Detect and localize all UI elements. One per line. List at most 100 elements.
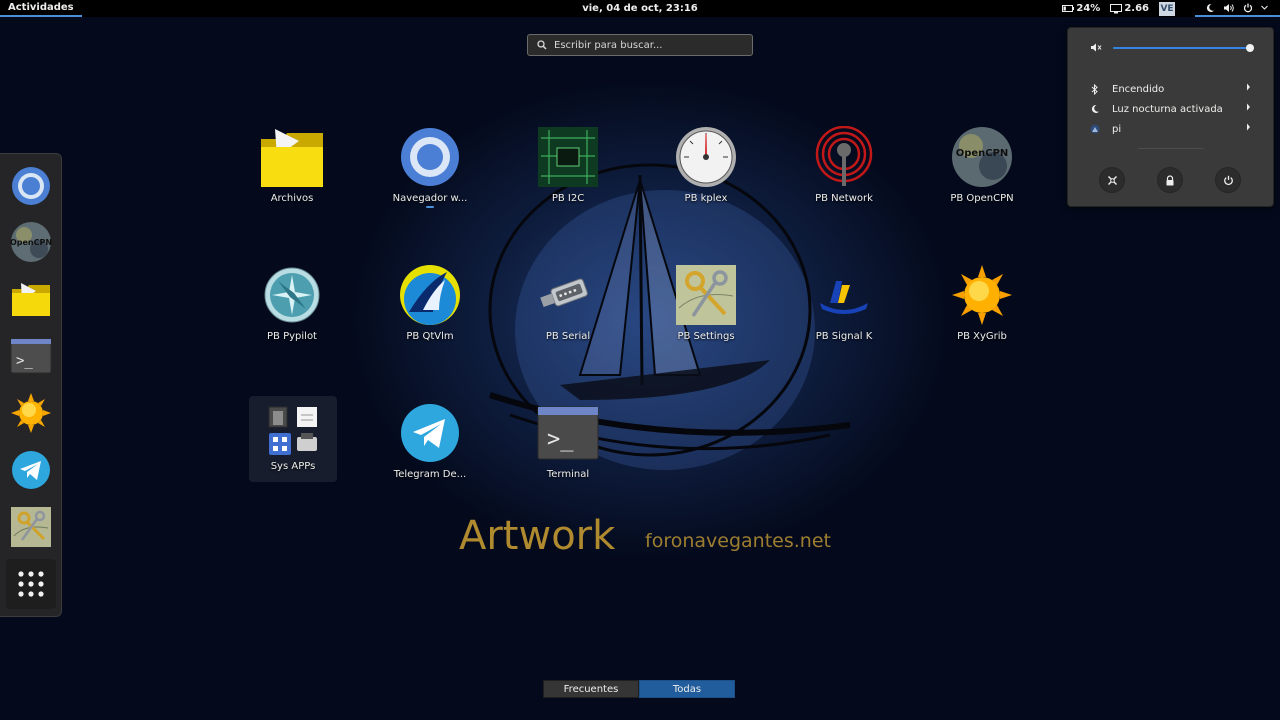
dash-item-opencpn[interactable]: OpenCPN: [6, 217, 56, 267]
terminal-icon: >_: [537, 406, 599, 460]
dash-item-telegram[interactable]: [6, 445, 56, 495]
volume-icon: [1224, 3, 1234, 12]
running-indicator: [426, 206, 434, 208]
opencpn-icon-text: OpenCPN: [956, 148, 1009, 159]
app-pb-kplex[interactable]: PB kplex: [660, 124, 752, 214]
lock-button[interactable]: [1157, 167, 1183, 193]
app-pb-network[interactable]: PB Network: [798, 124, 890, 214]
keys-on-map-icon: [676, 265, 736, 325]
app-label: Sys APPs: [270, 461, 316, 472]
app-label: Terminal: [546, 469, 590, 480]
app-pb-opencpn[interactable]: OpenCPN PB OpenCPN: [936, 124, 1028, 214]
app-navegador-web[interactable]: Navegador w...: [384, 124, 476, 214]
artwork-website: foronavegantes.net: [645, 530, 831, 552]
search-box[interactable]: [527, 34, 753, 56]
power-off-button[interactable]: [1215, 167, 1241, 193]
app-pb-i2c[interactable]: PB I2C: [522, 124, 614, 214]
menu-separator: [1138, 148, 1204, 149]
app-label: PB Network: [815, 193, 873, 204]
night-light-icon: [1206, 3, 1214, 12]
show-apps-button[interactable]: [6, 559, 56, 609]
app-label: Telegram De...: [393, 469, 467, 480]
app-terminal[interactable]: >_ Terminal: [522, 400, 614, 490]
app-label: PB I2C: [551, 193, 585, 204]
ve-app-icon[interactable]: VE: [1159, 1, 1175, 16]
dash-item-terminal[interactable]: >_: [6, 331, 56, 381]
gauge-icon: [676, 127, 736, 187]
dash-item-files[interactable]: [6, 274, 56, 324]
load-indicator[interactable]: 2.66: [1110, 3, 1149, 14]
menu-item-night-light[interactable]: Luz nocturna activada: [1068, 100, 1275, 118]
show-apps-grid-icon: [18, 571, 44, 597]
menu-item-user[interactable]: pi: [1068, 120, 1275, 138]
app-pb-serial[interactable]: PB Serial: [522, 262, 614, 352]
speaker-muted-icon[interactable]: [1090, 42, 1102, 53]
lock-icon: [1166, 174, 1174, 185]
user-avatar-icon: [1090, 124, 1100, 134]
power-icon: [1243, 3, 1253, 12]
volume-control: [1068, 40, 1275, 56]
dash-terminal-prompt: >_: [16, 353, 33, 369]
sail-icon: [400, 265, 460, 325]
dash-item-pb-settings[interactable]: [6, 502, 56, 552]
dash-item-chromium[interactable]: [6, 161, 56, 211]
system-menu: Encendido Luz nocturna activada pi: [1067, 27, 1274, 207]
artwork-title: Artwork: [459, 513, 616, 559]
chromium-icon: [401, 128, 459, 186]
battery-indicator[interactable]: 24%: [1062, 3, 1100, 14]
volume-slider[interactable]: [1113, 44, 1254, 52]
battery-percent: 24%: [1076, 3, 1101, 14]
volume-slider-handle[interactable]: [1246, 44, 1254, 52]
view-toggle: Frecuentes Todas: [543, 680, 736, 698]
menu-item-label: Luz nocturna activada: [1112, 103, 1223, 115]
app-label: PB XyGrib: [957, 331, 1007, 342]
menu-item-label: pi: [1112, 123, 1122, 135]
clock-label[interactable]: vie, 04 de oct, 23:16: [582, 3, 698, 14]
telegram-icon: [12, 451, 50, 489]
all-apps-button[interactable]: Todas: [639, 680, 735, 698]
app-label: Archivos: [270, 193, 314, 204]
app-label: PB Serial: [545, 331, 591, 342]
menu-item-label: Encendido: [1112, 83, 1165, 95]
search-input[interactable]: [554, 39, 744, 51]
app-pb-signal-k[interactable]: PB Signal K: [798, 262, 890, 352]
monitor-icon: [1110, 3, 1123, 13]
app-label: PB Pypilot: [267, 331, 317, 342]
activities-button[interactable]: Actividades: [0, 0, 82, 17]
app-pb-qtvlm[interactable]: PB QtVlm: [384, 262, 476, 352]
settings-map-icon: [11, 507, 51, 547]
settings-icon: [1107, 175, 1117, 185]
app-label: PB QtVlm: [406, 331, 454, 342]
menu-item-bluetooth[interactable]: Encendido: [1068, 80, 1275, 98]
frequent-apps-button[interactable]: Frecuentes: [543, 680, 639, 698]
system-indicators-button[interactable]: [1195, 0, 1280, 17]
app-pb-pypilot[interactable]: PB Pypilot: [246, 262, 338, 352]
top-bar: Actividades vie, 04 de oct, 23:16 24% 2.…: [0, 0, 1280, 17]
app-label: Navegador w...: [392, 193, 468, 204]
app-label: PB kplex: [684, 193, 728, 204]
app-folder-sys-apps[interactable]: Sys APPs: [249, 396, 337, 482]
app-label: PB OpenCPN: [950, 193, 1014, 204]
signalk-icon: [820, 281, 868, 314]
opencpn-icon: OpenCPN: [952, 127, 1012, 187]
app-telegram-desktop[interactable]: Telegram De...: [384, 400, 476, 490]
app-label: PB Settings: [677, 331, 735, 342]
sun-icon: [11, 393, 51, 433]
chevron-right-icon: [1247, 123, 1250, 131]
power-icon: [1223, 175, 1233, 185]
dash-item-xygrib[interactable]: [6, 388, 56, 438]
chevron-down-icon: [1261, 5, 1268, 10]
circuit-board-icon: [538, 127, 598, 187]
opencpn-icon: OpenCPN: [10, 222, 52, 262]
app-pb-settings[interactable]: PB Settings: [660, 262, 752, 352]
battery-icon: [1062, 5, 1075, 12]
folder-icon: [261, 129, 323, 187]
app-pb-xygrib[interactable]: PB XyGrib: [936, 262, 1028, 352]
night-light-icon: [1091, 104, 1099, 113]
dash: OpenCPN >_: [0, 153, 62, 617]
settings-button[interactable]: [1099, 167, 1125, 193]
dash-opencpn-label: OpenCPN: [10, 238, 52, 247]
app-archivos[interactable]: Archivos: [246, 124, 338, 214]
terminal-icon: >_: [10, 338, 52, 374]
indicators-area: 24% 2.66 VE: [1062, 0, 1280, 17]
